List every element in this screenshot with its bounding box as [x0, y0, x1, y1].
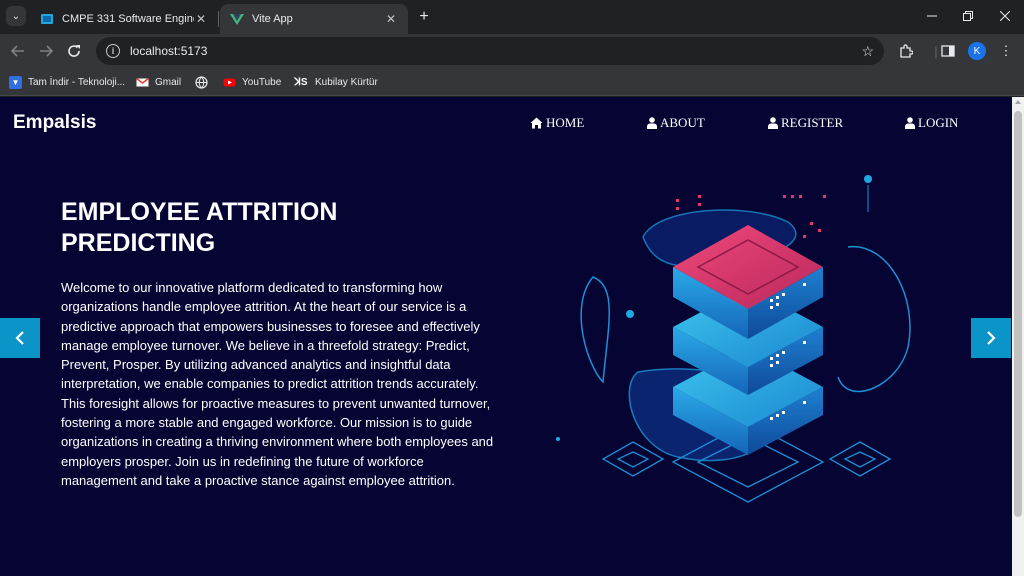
nav-label: HOME [546, 115, 585, 130]
side-panel-button[interactable] [938, 41, 958, 61]
close-window-button[interactable] [995, 6, 1015, 26]
carousel-next-button[interactable] [971, 318, 1011, 358]
reload-button[interactable] [64, 41, 84, 61]
scrollbar-thumb[interactable] [1014, 111, 1022, 517]
arrow-left-icon [11, 45, 24, 57]
new-tab-button[interactable]: + [414, 7, 434, 27]
site-info-icon[interactable]: i [106, 44, 120, 58]
bookmarks-bar: ▼ Tam İndir - Teknoloji... Gmail YouTube… [0, 68, 1024, 96]
tab-title: Vite App [252, 13, 293, 25]
bookmark-label: Kubilay Kürtür [315, 76, 378, 88]
nav-login[interactable]: LOGIN [905, 115, 958, 131]
chevron-down-icon: ⌄ [11, 10, 21, 22]
chevron-right-icon [987, 331, 996, 345]
bookmark-globe[interactable] [195, 73, 214, 91]
tab-divider [218, 11, 219, 27]
bookmark-youtube[interactable]: YouTube [223, 73, 281, 91]
bookmark-gmail[interactable]: Gmail [136, 73, 181, 91]
globe-icon [195, 75, 208, 89]
restore-button[interactable] [958, 6, 978, 26]
hero-description: Welcome to our innovative platform dedic… [61, 280, 494, 488]
site-logo[interactable]: Empalsis [13, 112, 96, 134]
browser-toolbar: i localhost:5173 ☆ | K ⋮ [0, 34, 1024, 68]
page-scrollbar[interactable] [1012, 97, 1024, 576]
more-vert-icon: ⋮ [999, 43, 1013, 58]
nav-label: REGISTER [781, 115, 844, 130]
bookmark-kubilay[interactable]: ꓘS Kubilay Kürtür [293, 73, 378, 91]
plus-icon: + [419, 8, 429, 25]
close-tab-icon[interactable]: ✕ [384, 12, 398, 26]
user-icon [905, 117, 915, 129]
carousel-prev-button[interactable] [0, 318, 40, 358]
puzzle-icon [900, 44, 913, 58]
nav-label: ABOUT [660, 115, 705, 130]
bookmark-label: YouTube [242, 76, 282, 88]
back-button[interactable] [8, 41, 28, 61]
tab-title: CMPE 331 Software Engineering [62, 13, 194, 25]
address-bar[interactable]: i localhost:5173 ☆ [96, 37, 884, 65]
browser-menu-button[interactable]: ⋮ [996, 41, 1016, 61]
bookmark-label: Gmail [155, 76, 182, 88]
browser-tab-strip: ⌄ CMPE 331 Software Engineering ✕ Vite A… [0, 0, 1024, 34]
nav-home[interactable]: HOME [530, 115, 584, 131]
forward-button[interactable] [36, 41, 56, 61]
bookmark-tamindir[interactable]: ▼ Tam İndir - Teknoloji... [9, 73, 125, 91]
youtube-icon [223, 78, 236, 86]
user-icon [768, 117, 778, 129]
scroll-up-arrow-icon[interactable] [1015, 100, 1021, 104]
gmail-icon [136, 77, 149, 86]
tab-vite-app[interactable]: Vite App ✕ [220, 4, 408, 34]
ks-logo-icon: ꓘS [294, 76, 308, 88]
close-tab-icon[interactable]: ✕ [194, 12, 208, 26]
server-stack-illustration [556, 175, 911, 503]
close-icon [1000, 11, 1010, 21]
extensions-button[interactable] [896, 41, 916, 61]
page-viewport: Empalsis HOME ABOUT REGISTER LOGIN EMPLO… [0, 97, 1012, 576]
tab-search-button[interactable]: ⌄ [6, 6, 26, 26]
nav-label: LOGIN [918, 115, 959, 130]
nav-register[interactable]: REGISTER [768, 115, 843, 131]
hero-title: EMPLOYEE ATTRITION PREDICTING [61, 198, 338, 257]
home-icon [530, 117, 543, 129]
nav-about[interactable]: ABOUT [647, 115, 705, 131]
bookmark-label: Tam İndir - Teknoloji... [28, 76, 126, 88]
restore-icon [963, 11, 973, 21]
user-icon [647, 117, 657, 129]
profile-avatar[interactable]: K [968, 42, 986, 60]
side-panel-icon [941, 45, 955, 57]
minimize-icon [927, 15, 937, 17]
tamindir-icon: ▼ [9, 75, 22, 89]
chevron-left-icon [15, 331, 24, 345]
vue-favicon-icon [230, 14, 244, 25]
minimize-button[interactable] [922, 6, 942, 26]
url-text: localhost:5173 [130, 44, 208, 58]
arrow-right-icon [40, 45, 53, 57]
reload-icon [68, 45, 80, 57]
tab-cmpe331[interactable]: CMPE 331 Software Engineering ✕ [30, 4, 218, 34]
course-site-favicon-icon [41, 14, 53, 24]
bookmark-star-icon[interactable]: ☆ [861, 43, 874, 60]
